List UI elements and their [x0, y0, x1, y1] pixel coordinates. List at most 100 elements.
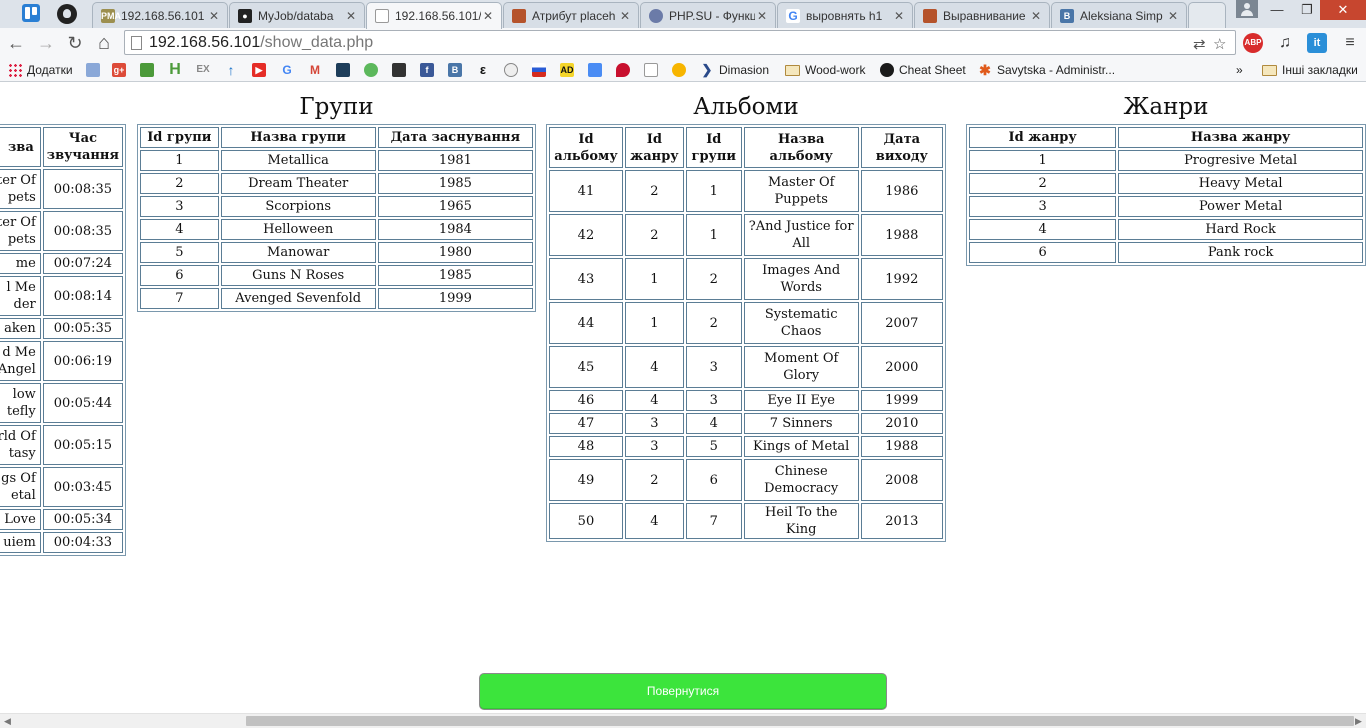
minimize-button[interactable]: —	[1262, 0, 1292, 20]
ad-icon[interactable]: AD	[560, 63, 574, 77]
tab-phpmyadmin[interactable]: PMA 192.168.56.101 ✕	[92, 2, 228, 28]
table-cell: Progresive Metal	[1118, 150, 1363, 171]
close-window-button[interactable]: ✕	[1320, 0, 1366, 20]
translate-icon[interactable]	[588, 63, 602, 77]
horizontal-scrollbar[interactable]: ◀ ▶	[0, 713, 1366, 728]
close-icon[interactable]: ✕	[755, 9, 769, 23]
music-note-icon[interactable]: ♫	[1275, 33, 1295, 53]
table-cell: 43	[549, 258, 623, 300]
bookmark-savytska[interactable]: ✱ Savytska - Administr...	[978, 61, 1115, 79]
google-plus-icon[interactable]: g+	[112, 63, 126, 77]
new-tab-button[interactable]	[1188, 2, 1226, 28]
table-cell: 3	[969, 196, 1117, 217]
tab-phpsu[interactable]: PHP.SU - Функц ✕	[640, 2, 776, 28]
table-cell: 6	[969, 242, 1117, 263]
bookmarks-more-button[interactable]: »	[1236, 61, 1243, 79]
table-cell: 1965	[377, 196, 533, 217]
close-icon[interactable]: ✕	[481, 9, 495, 23]
table-row: 3 Scorpions 1965	[140, 196, 533, 217]
home-icon[interactable]: ⌂	[92, 31, 116, 55]
it-extension-icon[interactable]: it	[1307, 33, 1327, 53]
address-bar[interactable]: 192.168.56.101/show_data.php ⇄ ☆	[124, 30, 1236, 55]
table-cell: Images And Words	[743, 258, 859, 300]
forward-icon[interactable]: →	[34, 31, 58, 55]
table-cell: 3	[624, 436, 684, 457]
translate-icon[interactable]: ⇄	[1193, 35, 1206, 53]
scrollbar-thumb[interactable]	[246, 716, 1354, 726]
page-icon[interactable]	[644, 63, 658, 77]
bookmark-cheat-sheet[interactable]: Cheat Sheet	[880, 61, 966, 79]
close-icon[interactable]: ✕	[618, 9, 632, 23]
page-icon	[131, 36, 142, 50]
table-cell: Dream Theater	[220, 173, 376, 194]
table-cell: l Love	[0, 509, 41, 530]
trello-app-icon[interactable]	[22, 4, 40, 22]
adblock-plus-icon[interactable]: ABP	[1243, 33, 1263, 53]
facebook-icon[interactable]: f	[420, 63, 434, 77]
albums-table: Id альбому Id жанру Id групи Назва альбо…	[546, 124, 946, 542]
back-icon[interactable]: ←	[4, 31, 28, 55]
leaf-icon[interactable]	[140, 63, 154, 77]
close-icon[interactable]: ✕	[1029, 9, 1043, 23]
google-icon: G	[786, 8, 800, 23]
user-profile-icon[interactable]	[1236, 0, 1258, 18]
arrow-up-icon[interactable]: ↑	[224, 63, 238, 77]
close-icon[interactable]: ✕	[344, 9, 358, 23]
camera-icon[interactable]	[336, 63, 350, 77]
bookmark-apps[interactable]: Додатки	[8, 61, 73, 79]
scroll-left-icon[interactable]: ◀	[4, 716, 11, 727]
tab-title: MyJob/databa	[258, 8, 334, 23]
gmail-icon[interactable]: M	[308, 63, 322, 77]
column-header: Id жанру	[624, 127, 684, 168]
maximize-button[interactable]: ❐	[1292, 0, 1322, 20]
table-cell: 50	[549, 503, 623, 539]
back-button[interactable]: Повернутися	[479, 673, 887, 710]
frog-icon[interactable]	[364, 63, 378, 77]
table-cell: Metallica	[220, 150, 376, 171]
column-header: Id групи	[685, 127, 742, 168]
table-cell: Power Metal	[1118, 196, 1363, 217]
table-cell: 2007	[860, 302, 943, 344]
scroll-right-icon[interactable]: ▶	[1355, 716, 1362, 727]
tab-vk[interactable]: B Aleksiana Simp ✕	[1051, 2, 1187, 28]
tab-placeholder[interactable]: Атрибут placeh ✕	[503, 2, 639, 28]
russian-flag-icon[interactable]	[532, 63, 546, 77]
tab-show-data[interactable]: 192.168.56.101/ ✕	[366, 2, 502, 29]
tab-title: Атрибут placeh	[532, 8, 616, 23]
mail-icon[interactable]	[86, 63, 100, 77]
chart-icon[interactable]	[392, 63, 406, 77]
table-cell: 00:06:19	[42, 341, 123, 381]
pin-icon[interactable]	[616, 63, 630, 77]
epsilon-icon[interactable]: ε	[476, 63, 490, 77]
tab-google-search[interactable]: G выровнять h1 ✕	[777, 2, 913, 28]
github-app-icon[interactable]	[57, 4, 77, 24]
close-icon[interactable]: ✕	[1166, 9, 1180, 23]
h-icon[interactable]: H	[168, 62, 182, 78]
youtube-icon[interactable]: ▶	[252, 63, 266, 77]
close-icon[interactable]: ✕	[892, 9, 906, 23]
bookmark-wood-work[interactable]: Wood-work	[785, 61, 865, 79]
tab-alignment[interactable]: Выравнивание ✕	[914, 2, 1050, 28]
reload-icon[interactable]: ↻	[63, 31, 87, 55]
table-cell: 2	[624, 459, 684, 501]
table-cell: Eye II Eye	[743, 390, 859, 411]
table-cell: Heavy Metal	[1118, 173, 1363, 194]
bookmark-star-icon[interactable]: ☆	[1213, 35, 1226, 53]
table-row: 1 Metallica 1981	[140, 150, 533, 171]
close-icon[interactable]: ✕	[207, 9, 221, 23]
tab-github[interactable]: ● MyJob/databa ✕	[229, 2, 365, 28]
table-cell: rld Of tasy	[0, 425, 41, 465]
table-cell: Master Of Puppets	[743, 170, 859, 212]
clock-icon[interactable]	[504, 63, 518, 77]
menu-icon[interactable]: ≡	[1340, 33, 1360, 53]
vk-icon[interactable]: B	[448, 63, 462, 77]
other-bookmarks[interactable]: Інші закладки	[1262, 61, 1358, 79]
bookmark-label: Savytska - Administr...	[997, 63, 1116, 77]
table-cell: Guns N Roses	[220, 265, 376, 286]
google-icon[interactable]: G	[280, 63, 294, 77]
ex-icon[interactable]: EX	[196, 63, 210, 77]
flower-icon[interactable]	[672, 63, 686, 77]
bookmark-dimasion[interactable]: ❯ Dimasion	[700, 61, 769, 79]
tab-title: PHP.SU - Функц	[669, 8, 755, 23]
table-cell: 5	[685, 436, 742, 457]
